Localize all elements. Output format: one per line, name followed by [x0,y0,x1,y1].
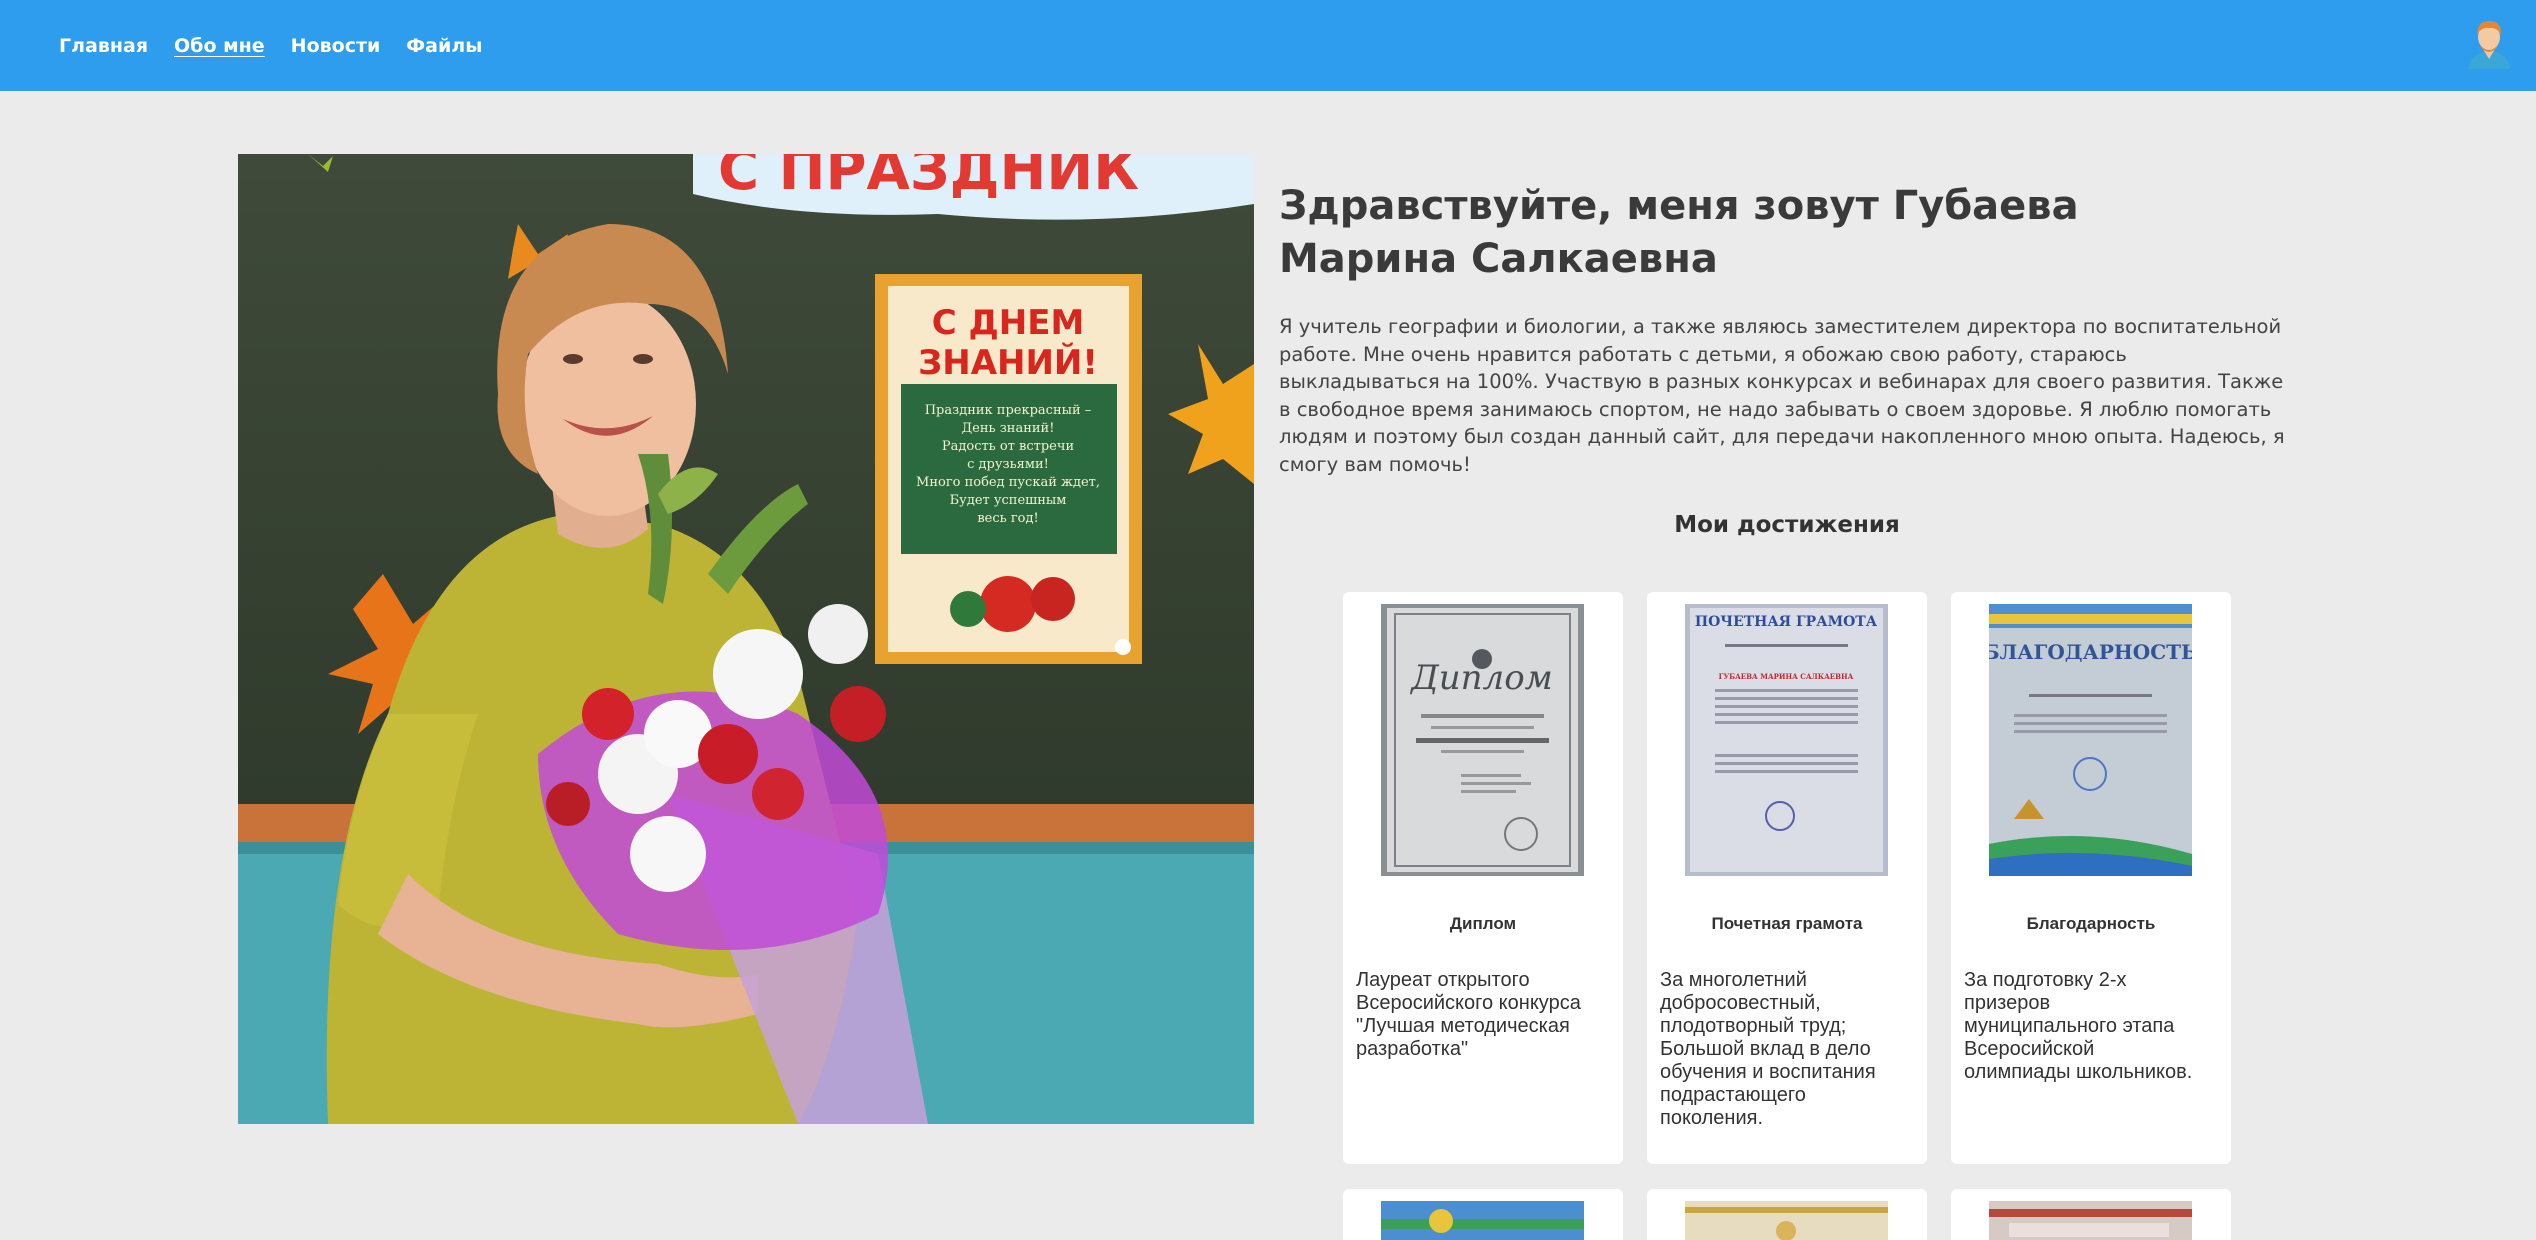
nav-link-home[interactable]: Главная [59,35,148,57]
achievement-image [1381,1201,1584,1240]
svg-text:Будет успешным: Будет успешным [950,493,1067,508]
card-text: За подготовку 2-х призеров муниципальног… [1964,969,2193,1083]
svg-text:День знаний!: День знаний! [962,421,1055,436]
certificate-name: ГУБАЕВА МАРИНА САЛКАЕВНА [1719,672,1854,681]
achievement-card-certificate[interactable]: ПОЧЕТНАЯ ГРАМОТА ГУБАЕВА МАРИНА САЛКАЕВН… [1647,592,1927,1164]
diploma-image: Диплом [1381,604,1584,876]
svg-text:Радость от встречи: Радость от встречи [942,439,1074,454]
page-title: Здравствуйте, меня зовут Губаева Марина … [1279,183,2079,282]
svg-text:Много побед пускай ждет,: Много побед пускай ждет, [916,475,1100,490]
card-text: За многолетний добросовестный, плодотвор… [1660,969,1876,1129]
user-avatar-icon[interactable] [2466,15,2512,69]
certificate-heading: ПОЧЕТНАЯ ГРАМОТА [1695,614,1878,630]
achievement-card[interactable] [1951,1189,2231,1240]
diploma-heading: Диплом [1409,658,1553,698]
top-navbar: Главная Обо мне Новости Файлы [0,0,2536,91]
svg-text:с друзьями!: с друзьями! [967,457,1049,472]
gratitude-image: БЛАГОДАРНОСТЬ [1989,604,2192,876]
certificate-image: ПОЧЕТНАЯ ГРАМОТА ГУБАЕВА МАРИНА САЛКАЕВН… [1685,604,1888,876]
card-title: Почетная грамота [1711,914,1863,933]
nav-link-about[interactable]: Обо мне [174,35,265,57]
achievement-image [1685,1201,1888,1240]
card-title: Диплом [1449,914,1517,933]
card-title: Благодарность [2026,914,2156,933]
svg-text:весь год!: весь год! [977,511,1038,526]
svg-text:Праздник прекрасный –: Праздник прекрасный – [925,403,1092,418]
nav-links: Главная Обо мне Новости Файлы [59,35,508,57]
about-text: Я учитель географии и биологии, а также … [1279,315,2285,476]
achievement-card[interactable] [1647,1189,1927,1240]
svg-text:ЗНАНИЙ!: ЗНАНИЙ! [918,342,1098,383]
profile-photo: С ПРАЗДНИК С ДНЕМ ЗНАНИЙ! Праздник прекр… [238,154,1254,1124]
achievement-card-diploma[interactable]: Диплом Диплом Лауреат открытого Всеросий… [1343,592,1623,1164]
achievement-card[interactable] [1343,1189,1623,1240]
achievement-card-gratitude[interactable]: БЛАГОДАРНОСТЬ Благодарность За подготовк… [1951,592,2231,1164]
intro-section: Здравствуйте, меня зовут Губаева Марина … [1279,180,2289,478]
achievement-image [1989,1201,2192,1240]
achievements-title: Мои достижения [1674,512,1900,538]
svg-text:С ДНЕМ: С ДНЕМ [932,303,1085,343]
nav-link-news[interactable]: Новости [291,35,381,57]
card-text: Лауреат открытого Всеросийского конкурса… [1356,969,1581,1060]
nav-link-files[interactable]: Файлы [406,35,482,57]
banner-text: С ПРАЗДНИК [718,154,1139,203]
gratitude-heading: БЛАГОДАРНОСТЬ [1989,640,2192,664]
